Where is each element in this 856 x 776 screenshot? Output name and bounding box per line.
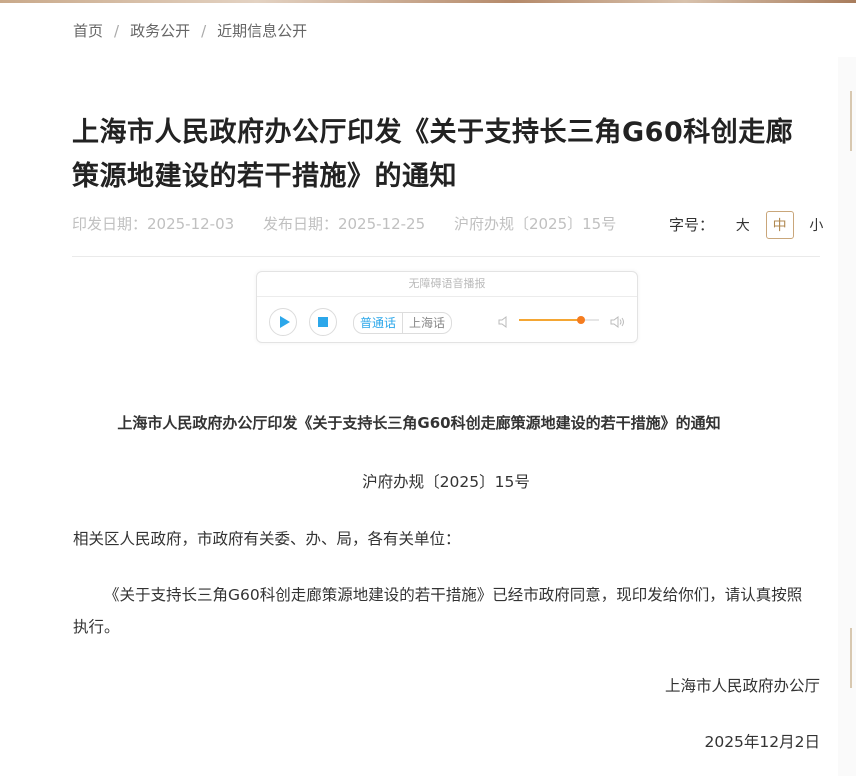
- breadcrumb-home-link[interactable]: 首页: [73, 22, 103, 40]
- divider: [72, 256, 820, 257]
- volume-slider-fill: [519, 319, 582, 321]
- volume-low-icon[interactable]: [497, 315, 511, 329]
- audio-player-title: 无障碍语音播报: [257, 272, 637, 297]
- article-meta: 印发日期：2025-12-03 发布日期：2025-12-25 沪府办规〔202…: [72, 213, 640, 234]
- issue-date: 印发日期：2025-12-03: [72, 215, 235, 233]
- side-decoration-line: [850, 628, 852, 688]
- breadcrumb-bar: 首页 / 政务公开 / 近期信息公开: [0, 3, 856, 58]
- document-salutation: 相关区人民政府，市政府有关委、办、局，各有关单位：: [73, 530, 461, 548]
- breadcrumb: 首页 / 政务公开 / 近期信息公开: [73, 20, 307, 41]
- article-container: 上海市人民政府办公厅印发《关于支持长三角G60科创走廊策源地建设的若干措施》的通…: [0, 57, 838, 776]
- breadcrumb-recent-info-link[interactable]: 近期信息公开: [217, 22, 307, 40]
- signature-organization: 上海市人民政府办公厅: [664, 677, 820, 695]
- document-number: 沪府办规〔2025〕15号: [453, 215, 617, 233]
- breadcrumb-gov-affairs-link[interactable]: 政务公开: [130, 22, 190, 40]
- volume-slider-handle[interactable]: [577, 316, 586, 324]
- document-heading: 上海市人民政府办公厅印发《关于支持长三角G60科创走廊策源地建设的若干措施》的通…: [117, 414, 721, 432]
- breadcrumb-separator: /: [114, 22, 120, 40]
- signature-date: 2025年12月2日: [704, 733, 820, 751]
- play-icon: [279, 316, 290, 328]
- font-size-label: 字号：: [669, 216, 715, 234]
- stop-icon: [318, 317, 328, 327]
- play-button[interactable]: [269, 308, 297, 336]
- font-size-medium-button[interactable]: 中: [765, 211, 794, 239]
- dialect-switcher: 普通话 上海话: [353, 312, 453, 334]
- font-size-large-button[interactable]: 大: [729, 212, 757, 240]
- font-size-small-button[interactable]: 小: [802, 212, 830, 240]
- document-number-centered: 沪府办规〔2025〕15号: [362, 473, 530, 491]
- side-decoration-line: [850, 91, 852, 151]
- audio-player: 无障碍语音播报 普通话 上海话: [256, 271, 638, 343]
- volume-slider[interactable]: [519, 316, 599, 324]
- page-title: 上海市人民政府办公厅印发《关于支持长三角G60科创走廊策源地建设的若干措施》的通…: [72, 117, 794, 192]
- breadcrumb-separator: /: [201, 22, 207, 40]
- font-size-switcher: 字号： 大 中 小: [669, 211, 830, 240]
- dialect-shanghainese-option[interactable]: 上海话: [402, 313, 451, 333]
- volume-high-icon[interactable]: [609, 315, 627, 329]
- document-body: 《关于支持长三角G60科创走廊策源地建设的若干措施》已经市政府同意，现印发给你们…: [73, 586, 803, 636]
- publish-date: 发布日期：2025-12-25: [262, 215, 426, 233]
- stop-button[interactable]: [309, 308, 337, 336]
- dialect-mandarin-option[interactable]: 普通话: [354, 313, 402, 333]
